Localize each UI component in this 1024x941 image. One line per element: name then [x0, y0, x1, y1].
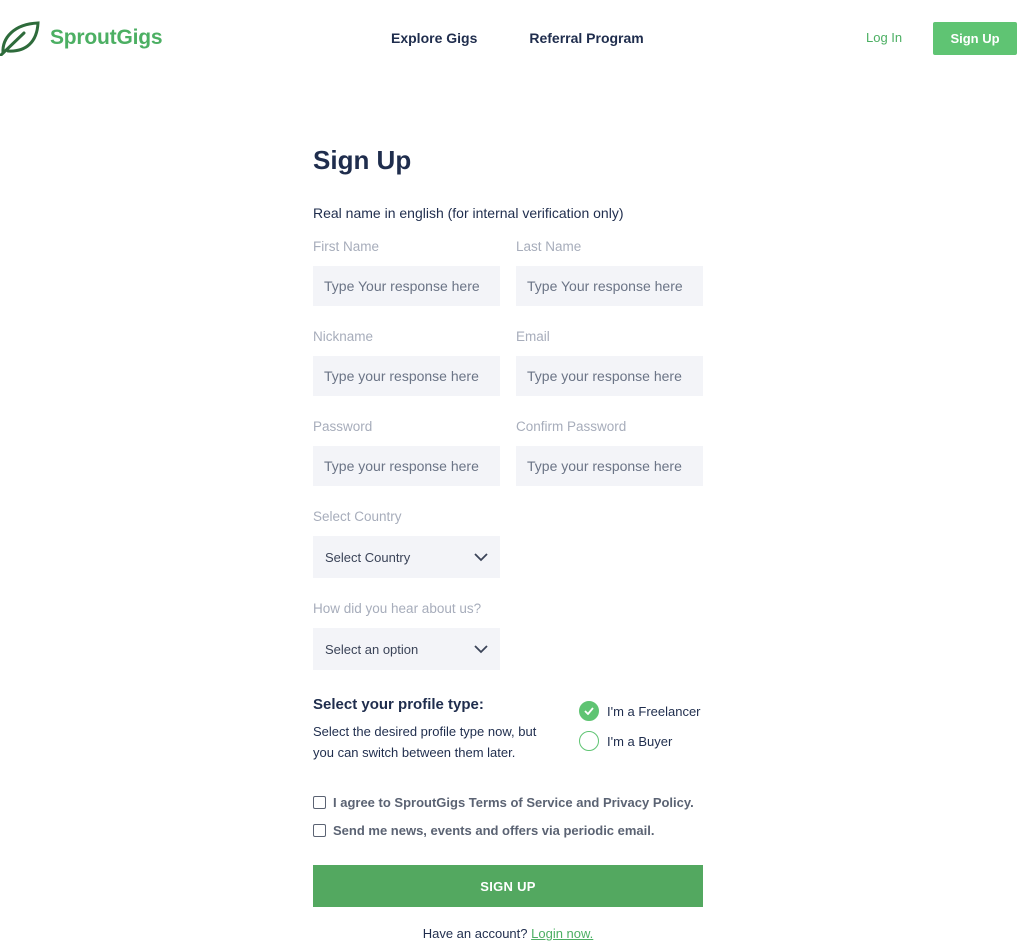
country-group: Select Country Select Country — [313, 509, 500, 578]
radio-unchecked-icon[interactable] — [579, 731, 599, 751]
last-name-input[interactable] — [516, 266, 703, 306]
first-name-input[interactable] — [313, 266, 500, 306]
profile-type-radio-group: I'm a Freelancer I'm a Buyer — [579, 696, 701, 756]
radio-freelancer[interactable]: I'm a Freelancer — [579, 696, 701, 726]
confirm-password-group: Confirm Password — [516, 419, 703, 486]
leaf-logo-icon — [0, 21, 40, 56]
country-select-value: Select Country — [325, 549, 411, 565]
login-link[interactable]: Log In — [866, 30, 902, 45]
have-account-text: Have an account? — [422, 926, 528, 941]
email-group: Email — [516, 329, 703, 396]
last-name-label: Last Name — [516, 239, 582, 254]
terms-checkbox-label: I agree to SproutGigs Terms of Service a… — [333, 794, 694, 810]
newsletter-checkbox[interactable] — [313, 823, 326, 837]
chevron-down-icon — [474, 552, 488, 561]
nav-explore-gigs[interactable]: Explore Gigs — [391, 30, 477, 46]
radio-buyer[interactable]: I'm a Buyer — [579, 726, 701, 756]
brand-name: SproutGigs — [50, 26, 163, 49]
nickname-group: Nickname — [313, 329, 500, 396]
radio-buyer-label: I'm a Buyer — [607, 733, 673, 749]
referral-label: How did you hear about us? — [313, 601, 482, 616]
newsletter-checkbox-label: Send me news, events and offers via peri… — [333, 822, 655, 838]
nickname-label: Nickname — [313, 329, 374, 344]
login-now-link[interactable]: Login now. — [531, 926, 593, 941]
newsletter-checkbox-row[interactable]: Send me news, events and offers via peri… — [313, 816, 703, 844]
brand-logo[interactable]: SproutGigs — [0, 20, 163, 56]
page-title: Sign Up — [313, 145, 412, 175]
country-label: Select Country — [313, 509, 402, 524]
profile-type-description: Select the desired profile type now, but… — [313, 724, 537, 760]
radio-freelancer-label: I'm a Freelancer — [607, 703, 701, 719]
last-name-group: Last Name — [516, 239, 703, 306]
site-header: SproutGigs Explore Gigs Referral Program… — [0, 0, 1024, 78]
email-input[interactable] — [516, 356, 703, 396]
chevron-down-icon — [474, 644, 488, 653]
password-label: Password — [313, 419, 373, 434]
radio-checked-icon[interactable] — [579, 701, 599, 721]
profile-type-section: Select your profile type: Select the des… — [313, 696, 703, 766]
signup-button[interactable]: Sign Up — [933, 22, 1017, 55]
nav-referral-program[interactable]: Referral Program — [529, 30, 643, 46]
referral-group: How did you hear about us? Select an opt… — [313, 601, 500, 670]
realname-note: Real name in english (for internal verif… — [313, 205, 624, 221]
referral-select-value: Select an option — [325, 641, 419, 657]
main-nav: Explore Gigs Referral Program — [391, 30, 696, 46]
confirm-password-input[interactable] — [516, 446, 703, 486]
have-account-line: Have an account? Login now. — [313, 926, 703, 941]
terms-checkbox-row[interactable]: I agree to SproutGigs Terms of Service a… — [313, 788, 703, 816]
email-label: Email — [516, 329, 550, 344]
signup-form: Sign Up Real name in english (for intern… — [313, 140, 703, 941]
country-select[interactable]: Select Country — [313, 536, 500, 578]
referral-select[interactable]: Select an option — [313, 628, 500, 670]
password-group: Password — [313, 419, 500, 486]
first-name-label: First Name — [313, 239, 380, 254]
consent-checkboxes: I agree to SproutGigs Terms of Service a… — [313, 788, 703, 844]
nickname-input[interactable] — [313, 356, 500, 396]
first-name-group: First Name — [313, 239, 500, 306]
terms-checkbox[interactable] — [313, 795, 326, 809]
submit-signup-button[interactable]: SIGN UP — [313, 865, 703, 907]
confirm-password-label: Confirm Password — [516, 419, 627, 434]
password-input[interactable] — [313, 446, 500, 486]
